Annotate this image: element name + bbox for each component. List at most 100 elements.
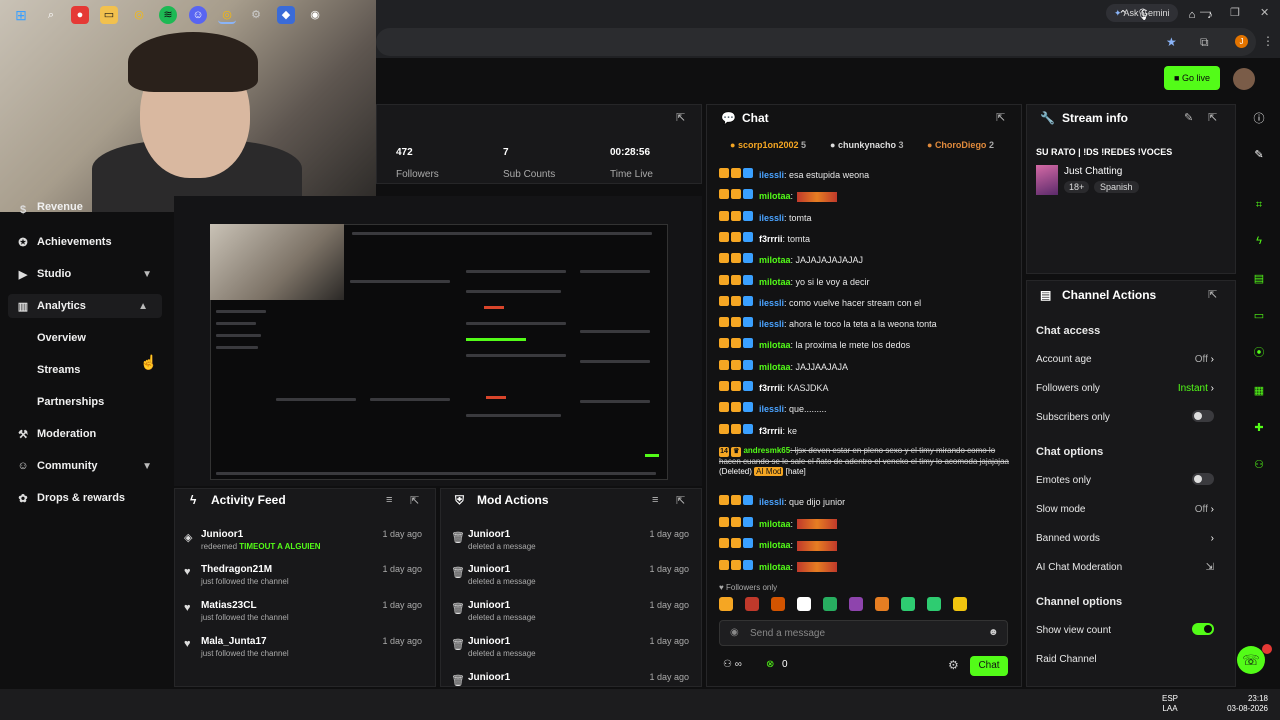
account-age-row[interactable]: Account age Off ›: [1036, 354, 1228, 365]
emotes-only-toggle[interactable]: [1192, 473, 1214, 485]
address-bar[interactable]: [376, 28, 1256, 56]
user-avatar[interactable]: [1233, 68, 1255, 90]
emote-icon[interactable]: [849, 597, 863, 611]
chat-username[interactable]: milotaa: [759, 340, 791, 350]
activity-user[interactable]: Junioor1: [201, 529, 243, 540]
app-icon-red[interactable]: ●: [71, 6, 89, 24]
mod-user[interactable]: Junioor1: [468, 529, 510, 540]
activity-user[interactable]: Thedragon21M: [201, 564, 272, 575]
go-live-button[interactable]: ■ Go live: [1164, 66, 1220, 90]
show-view-count-toggle[interactable]: [1192, 623, 1214, 635]
category-name[interactable]: Just Chatting: [1064, 166, 1122, 177]
lightning-icon[interactable]: ϟ: [1250, 232, 1268, 250]
top-gifter[interactable]: ● scorp1on2002 5: [730, 140, 806, 150]
people-icon[interactable]: ⚇: [1250, 456, 1268, 474]
sidebar-item-achievements[interactable]: ✪ Achievements: [16, 230, 166, 254]
sidebar-item-drops[interactable]: ✿ Drops & rewards: [16, 486, 166, 510]
emote-icon[interactable]: [901, 597, 915, 611]
popout-icon[interactable]: ⇱: [996, 111, 1005, 124]
file-explorer-icon[interactable]: ▭: [100, 6, 118, 24]
volume-icon[interactable]: ♪: [1201, 6, 1219, 24]
chat-username[interactable]: f3rrrii: [759, 426, 783, 436]
settings-icon[interactable]: ⚙: [247, 6, 265, 24]
sidebar-item-moderation[interactable]: ⚒ Moderation: [16, 422, 166, 446]
extensions-icon[interactable]: ⧉: [1200, 35, 1209, 50]
info-icon[interactable]: ⓘ: [1250, 110, 1268, 128]
spotify-icon[interactable]: ≋: [159, 6, 177, 24]
support-chat-icon[interactable]: ☏: [1237, 646, 1265, 674]
chat-username[interactable]: ilessli: [759, 213, 784, 223]
mod-user[interactable]: Junioor1: [468, 564, 510, 575]
microphone-icon[interactable]: 🎙: [1134, 6, 1152, 24]
emote-icon[interactable]: ◉: [730, 627, 739, 638]
chat-username[interactable]: f3rrrii: [759, 383, 783, 393]
popout-icon[interactable]: ⇱: [1208, 288, 1217, 301]
language-indicator[interactable]: ESP LAA: [1162, 694, 1178, 714]
windows-start-icon[interactable]: ⊞: [12, 6, 30, 24]
chat-username[interactable]: milotaa: [759, 540, 791, 550]
broadcast-icon[interactable]: ⦿: [1250, 344, 1268, 362]
chat-username[interactable]: milotaa: [759, 519, 791, 529]
chat-username[interactable]: milotaa: [759, 562, 791, 572]
sidebar-subitem-overview[interactable]: Overview: [37, 332, 86, 344]
chat-username[interactable]: ilessli: [759, 404, 784, 414]
popout-icon[interactable]: ⇱: [1208, 111, 1217, 124]
chat-username[interactable]: milotaa: [759, 255, 791, 265]
discord-icon[interactable]: ☺: [189, 6, 207, 24]
sidebar-subitem-streams[interactable]: Streams: [37, 364, 80, 376]
app-icon-blue[interactable]: ◆: [277, 6, 295, 24]
filter-icon[interactable]: ≡: [652, 494, 658, 506]
mod-user[interactable]: Junioor1: [468, 636, 510, 647]
activity-user[interactable]: Mala_Junta17: [201, 636, 267, 647]
chat-username[interactable]: ilessli: [759, 319, 784, 329]
subscribers-only-toggle[interactable]: [1192, 410, 1214, 422]
emote-icon[interactable]: [797, 597, 811, 611]
close-icon[interactable]: ✕: [1260, 6, 1269, 19]
chat-username[interactable]: milotaa: [759, 362, 791, 372]
search-icon[interactable]: ⌕: [42, 6, 60, 24]
emote-icon[interactable]: [953, 597, 967, 611]
maximize-icon[interactable]: ❐: [1230, 6, 1240, 19]
mod-user[interactable]: Junioor1: [468, 672, 510, 683]
popout-icon[interactable]: ⇱: [676, 111, 685, 124]
emote-icon[interactable]: [745, 597, 759, 611]
sidebar-item-revenue[interactable]: $ Revenue: [16, 200, 166, 220]
bookmark-star-icon[interactable]: ★: [1166, 35, 1177, 49]
wrench-icon[interactable]: ✚: [1250, 419, 1268, 437]
send-chat-button[interactable]: Chat: [970, 656, 1008, 676]
top-gifter[interactable]: ● ChoroDiego 2: [927, 140, 994, 150]
chat-settings-icon[interactable]: ⚙: [948, 658, 959, 672]
chat-username[interactable]: ilessli: [759, 497, 784, 507]
chat-username[interactable]: ilessli: [759, 298, 784, 308]
raid-channel-row[interactable]: Raid Channel: [1036, 654, 1228, 665]
banned-words-row[interactable]: Banned words ›: [1036, 533, 1228, 544]
emote-icon[interactable]: [771, 597, 785, 611]
top-gifter[interactable]: ● chunkynacho 3: [830, 140, 903, 150]
sidebar-item-studio[interactable]: ▶ Studio ▼: [16, 262, 166, 286]
chat-icon[interactable]: ▭: [1250, 307, 1268, 325]
users-icon[interactable]: ⚇ ∞: [723, 659, 742, 670]
sidebar-subitem-partnerships[interactable]: Partnerships: [37, 396, 104, 408]
pencil-icon[interactable]: ✎: [1250, 146, 1268, 164]
mod-user[interactable]: Junioor1: [468, 600, 510, 611]
network-icon[interactable]: ⌂: [1183, 6, 1201, 24]
chat-username[interactable]: andresmk65: [743, 446, 790, 455]
emote-icon[interactable]: [927, 597, 941, 611]
emote-icon[interactable]: [719, 597, 733, 611]
profile-icon[interactable]: J: [1235, 35, 1248, 48]
emote-icon[interactable]: [875, 597, 889, 611]
chat-username[interactable]: milotaa: [759, 191, 791, 201]
crop-icon[interactable]: ⌗: [1250, 196, 1268, 214]
obs-icon[interactable]: ◉: [306, 6, 324, 24]
emote-icon[interactable]: [823, 597, 837, 611]
chat-username[interactable]: ilessli: [759, 170, 784, 180]
ai-moderation-row[interactable]: AI Chat Moderation ⇲: [1036, 562, 1228, 573]
edit-icon[interactable]: ✎: [1184, 111, 1193, 124]
activity-user[interactable]: Matias23CL: [201, 600, 257, 611]
emoji-picker-icon[interactable]: ☻: [988, 627, 999, 638]
chat-input[interactable]: ◉ Send a message ☻: [719, 620, 1008, 646]
filter-icon[interactable]: ≡: [386, 494, 392, 506]
stream-info-icon[interactable]: ▦: [1250, 382, 1268, 400]
sidebar-item-analytics[interactable]: ▥ Analytics ▲: [8, 294, 162, 318]
sidebar-item-community[interactable]: ☺ Community ▼: [16, 454, 166, 478]
